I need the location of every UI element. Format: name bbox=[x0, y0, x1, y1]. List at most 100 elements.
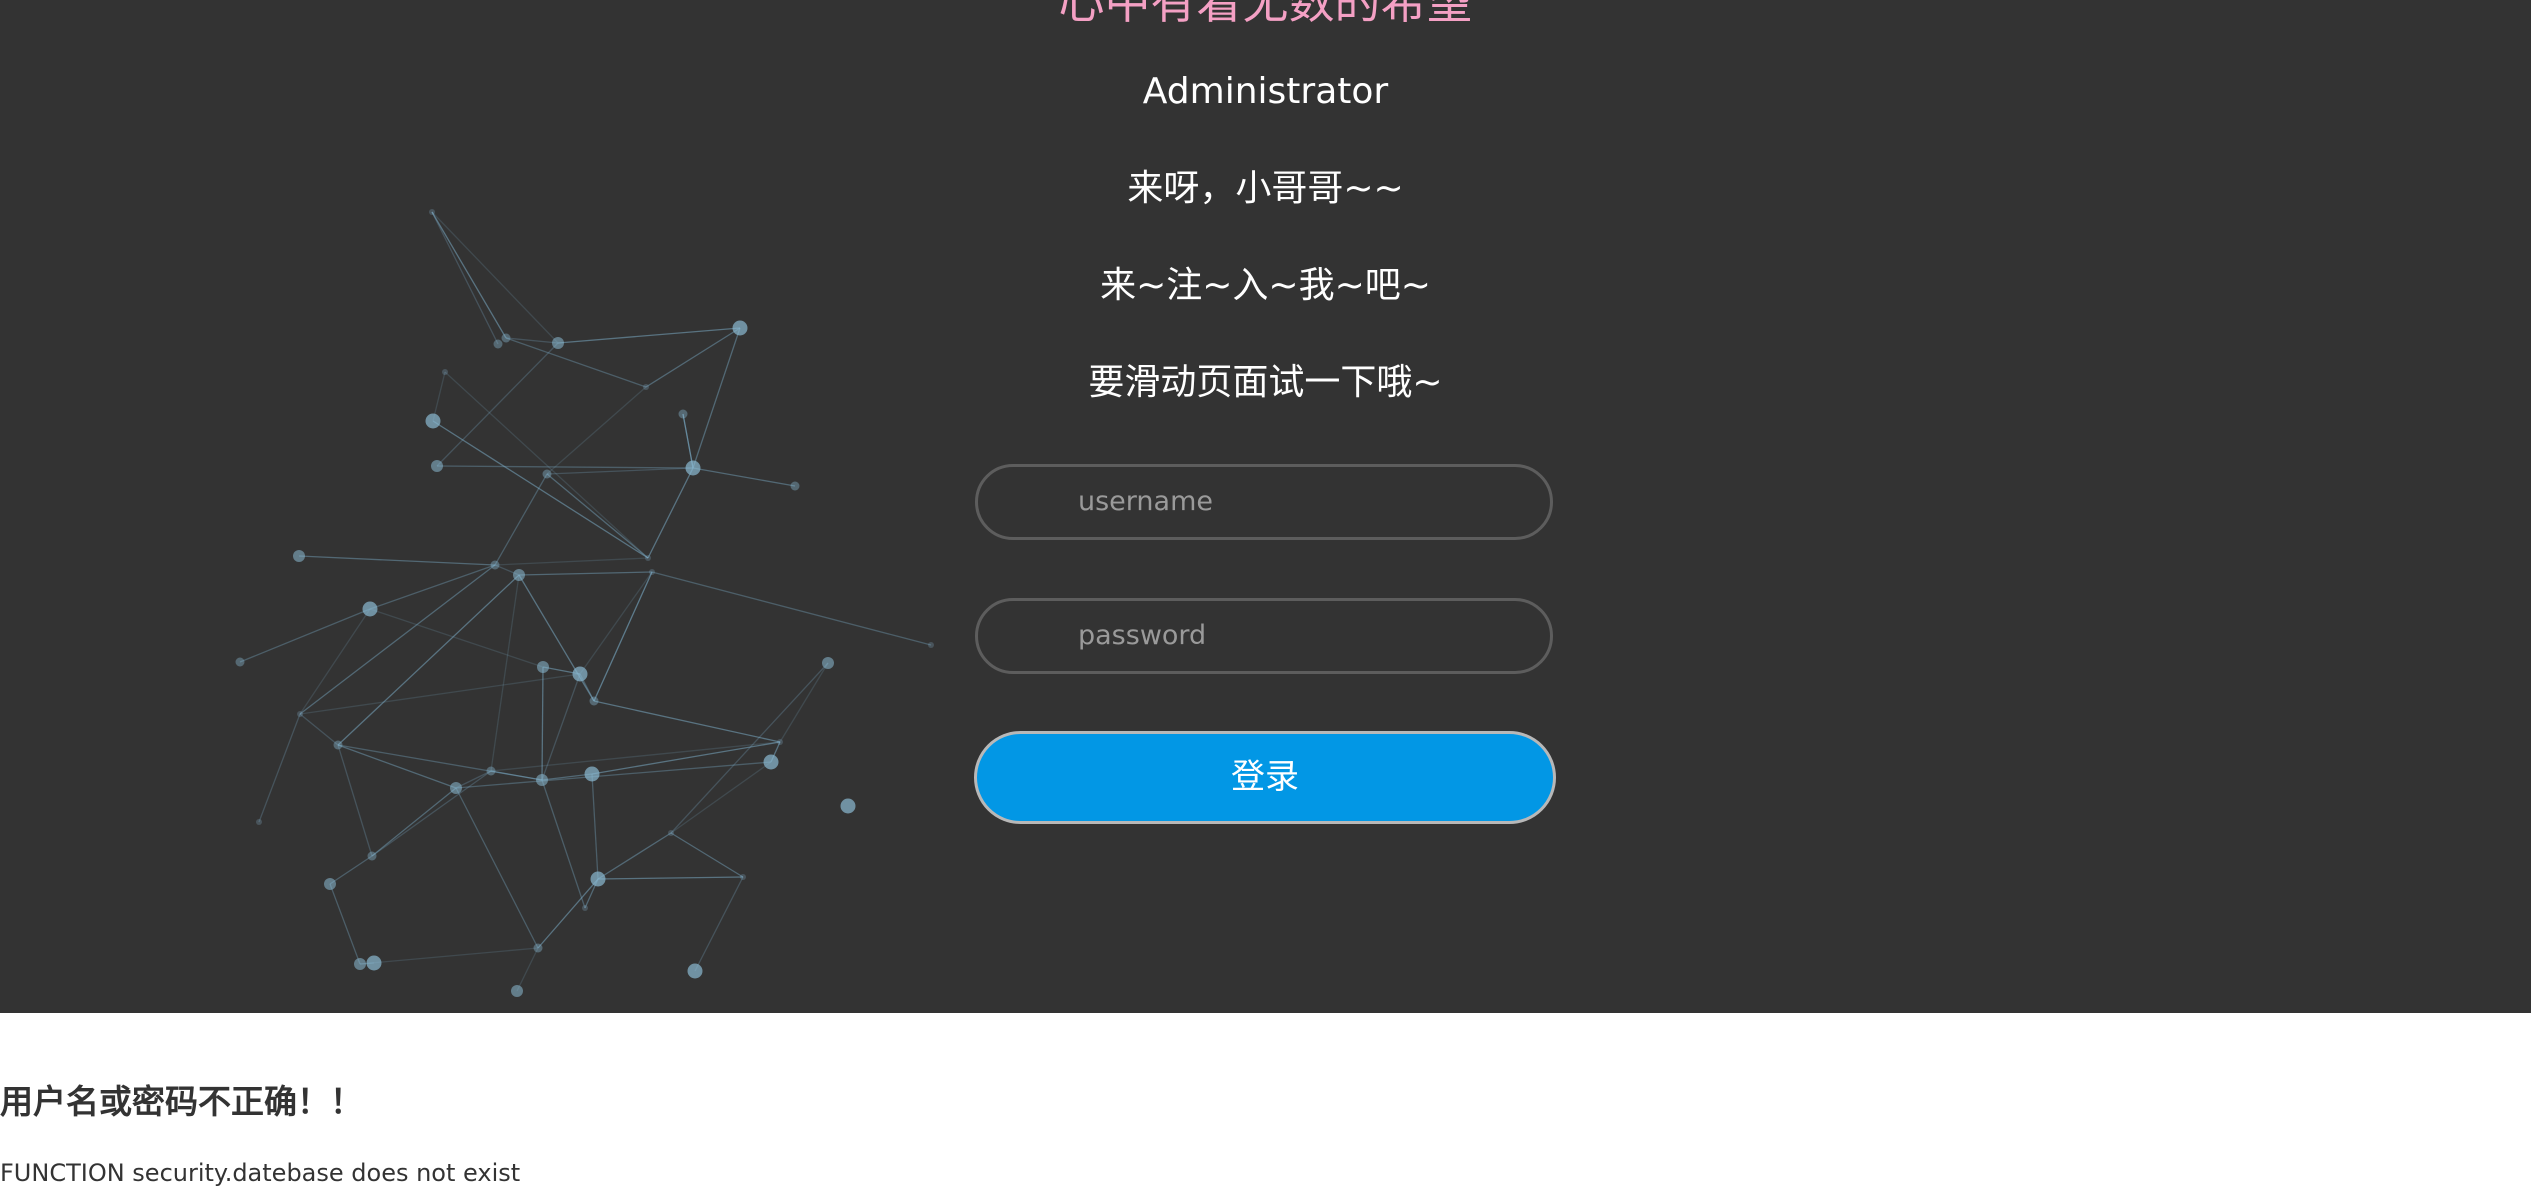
network-node bbox=[490, 560, 500, 570]
network-edge bbox=[593, 700, 781, 743]
network-node bbox=[366, 955, 382, 971]
network-edge bbox=[258, 713, 301, 823]
network-node bbox=[777, 739, 783, 745]
network-node bbox=[367, 851, 377, 861]
network-node bbox=[493, 339, 503, 349]
network-node bbox=[293, 550, 305, 562]
network-edge bbox=[371, 787, 457, 857]
network-node bbox=[790, 481, 800, 491]
network-edge bbox=[299, 608, 371, 715]
network-node bbox=[668, 830, 674, 836]
network-node bbox=[552, 337, 564, 349]
network-node bbox=[590, 871, 606, 887]
username-placeholder: username bbox=[1078, 486, 1213, 517]
network-edge bbox=[455, 787, 539, 949]
network-node bbox=[740, 874, 746, 880]
network-edge bbox=[647, 467, 694, 559]
network-node bbox=[589, 696, 599, 706]
network-node bbox=[649, 569, 655, 575]
network-node bbox=[511, 985, 523, 997]
network-edge bbox=[692, 467, 796, 487]
network-edge bbox=[337, 744, 457, 789]
network-edge bbox=[299, 713, 339, 746]
network-node bbox=[501, 333, 511, 343]
greeting-line-3: 要滑动页面试一下哦~ bbox=[1088, 362, 1443, 403]
network-node bbox=[362, 601, 378, 617]
network-node bbox=[536, 774, 548, 786]
network-edge bbox=[541, 779, 586, 909]
network-edge bbox=[239, 608, 371, 663]
login-error-message: 用户名或密码不正确！！ bbox=[0, 1082, 363, 1121]
greeting-line-2: 来~注~入~我~吧~ bbox=[1100, 265, 1431, 306]
network-edge bbox=[432, 420, 649, 559]
network-edge bbox=[369, 564, 496, 610]
network-edge bbox=[597, 876, 744, 880]
network-edge bbox=[490, 574, 520, 772]
network-edge bbox=[518, 574, 595, 702]
network-edge bbox=[494, 473, 548, 566]
network-node bbox=[431, 460, 443, 472]
password-placeholder: password bbox=[1078, 620, 1207, 651]
network-node bbox=[685, 460, 701, 476]
network-edge bbox=[579, 571, 653, 675]
network-node bbox=[840, 798, 856, 814]
network-edge bbox=[371, 770, 492, 857]
network-node bbox=[572, 666, 588, 682]
network-edge bbox=[694, 876, 744, 972]
network-edge bbox=[597, 832, 672, 880]
network-node bbox=[584, 766, 600, 782]
network-edge bbox=[490, 770, 543, 781]
network-node bbox=[763, 754, 779, 770]
network-edge bbox=[670, 662, 829, 834]
network-node bbox=[235, 657, 245, 667]
network-edge bbox=[546, 467, 694, 475]
network-edge bbox=[329, 883, 361, 965]
network-edge bbox=[516, 947, 539, 992]
network-node bbox=[324, 878, 336, 890]
network-edge bbox=[337, 574, 520, 746]
network-edge bbox=[436, 465, 694, 469]
network-edge bbox=[369, 608, 544, 668]
network-edge bbox=[591, 773, 599, 880]
network-node bbox=[256, 819, 262, 825]
network-edge bbox=[518, 571, 653, 576]
network-edge bbox=[546, 473, 649, 559]
network-edge bbox=[337, 744, 373, 857]
username-input[interactable]: username bbox=[975, 464, 1553, 540]
network-edge bbox=[670, 832, 744, 878]
network-edge bbox=[298, 555, 496, 566]
network-edge bbox=[541, 666, 544, 781]
network-edge bbox=[670, 761, 772, 834]
password-input[interactable]: password bbox=[975, 598, 1553, 674]
network-node bbox=[542, 469, 552, 479]
network-background-graphic bbox=[235, 209, 934, 997]
sql-error-message: FUNCTION security.datebase does not exis… bbox=[0, 1159, 521, 1187]
network-edge bbox=[299, 564, 496, 715]
network-edge bbox=[359, 947, 539, 965]
network-edge bbox=[682, 413, 694, 469]
slogan-heading: 心中有着无数的希望 bbox=[1058, 0, 1473, 29]
network-node bbox=[354, 958, 366, 970]
network-edge bbox=[537, 878, 599, 949]
network-node bbox=[450, 782, 462, 794]
network-edge bbox=[557, 327, 741, 344]
admin-title: Administrator bbox=[1142, 71, 1389, 112]
network-edge bbox=[779, 662, 829, 743]
greeting-line-1: 来呀，小哥哥~~ bbox=[1127, 168, 1404, 209]
network-edge bbox=[494, 557, 649, 566]
network-edge bbox=[651, 571, 932, 646]
network-node bbox=[687, 963, 703, 979]
network-node bbox=[297, 711, 303, 717]
network-node bbox=[582, 905, 588, 911]
network-node bbox=[486, 766, 496, 776]
network-edge bbox=[299, 673, 581, 715]
network-node bbox=[533, 943, 543, 953]
network-node bbox=[928, 642, 934, 648]
network-node bbox=[513, 569, 525, 581]
network-edge bbox=[329, 855, 373, 885]
hero-section: 心中有着无数的希望 Administrator 来呀，小哥哥~~ 来~注~入~我… bbox=[0, 0, 2531, 1013]
login-button[interactable]: 登录 bbox=[974, 731, 1556, 824]
network-edge bbox=[593, 571, 653, 702]
network-node bbox=[732, 320, 748, 336]
network-node bbox=[425, 413, 441, 429]
